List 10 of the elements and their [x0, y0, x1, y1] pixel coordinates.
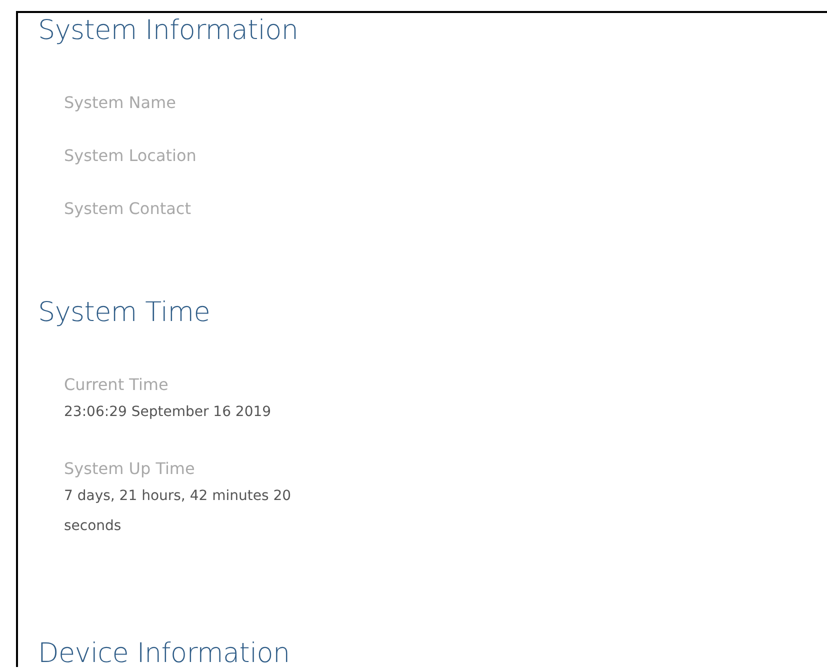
field-label: Current Time [64, 374, 170, 396]
field-value: 23:06:29 September 16 2019 [64, 403, 272, 422]
field-label: System Contact [64, 198, 192, 220]
field-label: System Up Time [64, 458, 196, 480]
field-value: 7 days, 21 hours, 42 minutes 20 seconds [64, 487, 292, 536]
section-heading: Device Information [38, 637, 291, 669]
section-heading: System Information [38, 14, 300, 48]
field-label: System Name [64, 92, 177, 114]
field-label: System Location [64, 145, 198, 167]
section-heading: System Time [38, 296, 212, 330]
